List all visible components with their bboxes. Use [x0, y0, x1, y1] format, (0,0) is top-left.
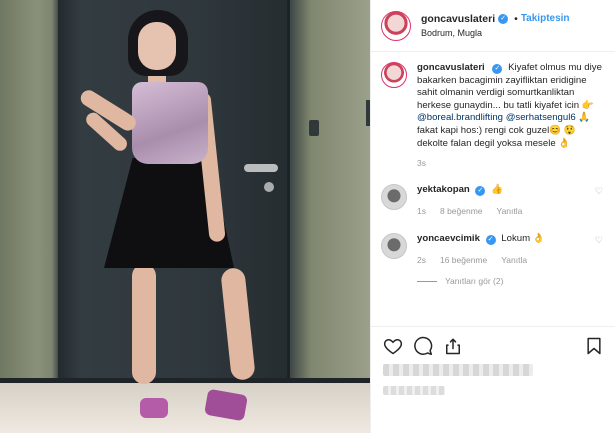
bookmark-icon[interactable] [584, 336, 604, 356]
leg-right [220, 267, 256, 381]
comment-username[interactable]: yektakopan [417, 184, 470, 195]
pray-emoji: 🙏 [578, 112, 591, 124]
reply-button[interactable]: Yanıtla [497, 205, 523, 217]
view-replies-label: Yanıtları gör (2) [445, 276, 504, 287]
ok-hand-emoji: 👌 [558, 137, 571, 149]
comment-username[interactable]: yoncaevcimik [417, 233, 480, 244]
caption-username[interactable]: goncavuslateri [417, 62, 485, 73]
lilac-top [132, 82, 208, 164]
avatar[interactable] [381, 10, 411, 41]
smile-emoji: 😊 [549, 124, 562, 136]
mention-link[interactable]: @serhatsengul6 [506, 112, 576, 123]
reply-button[interactable]: Yanıtla [501, 254, 527, 266]
view-replies-button[interactable]: Yanıtları gör (2) [417, 276, 605, 286]
light-switch [309, 120, 319, 136]
leg-left [132, 264, 156, 384]
comment-heart-icon[interactable]: ♡ [595, 235, 603, 246]
caption-avatar[interactable] [381, 62, 407, 88]
post-side-panel: goncavuslateri ✓ • Takiptesin Bodrum, Mu… [370, 0, 615, 433]
share-icon[interactable] [443, 336, 463, 356]
comment-heart-icon[interactable]: ♡ [595, 186, 603, 197]
comment-meta: 1s 8 beğenme Yanıtla [417, 205, 522, 217]
caption-time: 3s [417, 158, 426, 169]
comment-likes[interactable]: 8 beğenme [440, 205, 483, 217]
comment-time: 2s [417, 255, 426, 266]
caption-line-3: dekolte falan degil yoksa mesele [417, 137, 556, 149]
face [138, 22, 176, 70]
likes-count-blurred [383, 364, 533, 376]
heart-icon[interactable] [383, 336, 403, 356]
separator-dot: • [514, 12, 518, 25]
comment-text: Lokum 👌 [501, 233, 545, 245]
comments-list: goncavuslateri ✓ Kiyafet olmus mu diye b… [371, 52, 615, 286]
comment-meta: 2s 16 beğenme Yanıtla [417, 254, 545, 266]
caption-line-2: fakat kapi hos:) rengi cok guzel [417, 124, 550, 136]
shoe-right [204, 388, 248, 422]
verified-badge-icon: ✓ [485, 235, 496, 246]
person-figure [76, 6, 266, 426]
post-header: goncavuslateri ✓ • Takiptesin Bodrum, Mu… [371, 0, 615, 52]
post-date-blurred [383, 386, 445, 395]
post-photo[interactable] [0, 0, 370, 433]
follow-status-button[interactable]: Takiptesin [521, 12, 570, 26]
comment-body: yoncaevcimik ✓ Lokum 👌 2s 16 beğenme Yan… [417, 233, 545, 266]
header-row: goncavuslateri ✓ • Takiptesin [421, 12, 570, 26]
comment-item: yoncaevcimik ✓ Lokum 👌 2s 16 beğenme Yan… [381, 233, 605, 266]
shoe-left [140, 398, 168, 418]
verified-badge-icon: ✓ [492, 64, 503, 74]
post-username[interactable]: goncavuslateri [421, 12, 495, 26]
pointing-emoji: 👉 [581, 99, 594, 111]
header-text: goncavuslateri ✓ • Takiptesin Bodrum, Mu… [421, 12, 570, 40]
comment-text: 👍 [491, 184, 504, 196]
comment-likes[interactable]: 16 beğenme [440, 254, 487, 266]
comment-icon[interactable] [413, 336, 433, 356]
mention-link[interactable]: @boreal.brandlifting [417, 112, 503, 123]
post-location[interactable]: Bodrum, Mugla [421, 26, 570, 40]
comment-avatar[interactable] [381, 184, 407, 211]
verified-badge-icon: ✓ [498, 13, 509, 24]
comment-time: 1s [417, 206, 426, 217]
caption-text: goncavuslateri ✓ Kiyafet olmus mu diye b… [417, 62, 605, 150]
verified-badge-icon: ✓ [475, 186, 486, 197]
comment-avatar[interactable] [381, 233, 407, 260]
shocked-emoji: 😲 [563, 124, 576, 136]
comment-item: yektakopan ✓ 👍 1s 8 beğenme Yanıtla ♡ [381, 184, 605, 217]
comment-body: yektakopan ✓ 👍 1s 8 beğenme Yanıtla [417, 184, 522, 217]
replies-line [417, 280, 437, 282]
caption: goncavuslateri ✓ Kiyafet olmus mu diye b… [381, 62, 605, 150]
action-bar [371, 326, 615, 358]
